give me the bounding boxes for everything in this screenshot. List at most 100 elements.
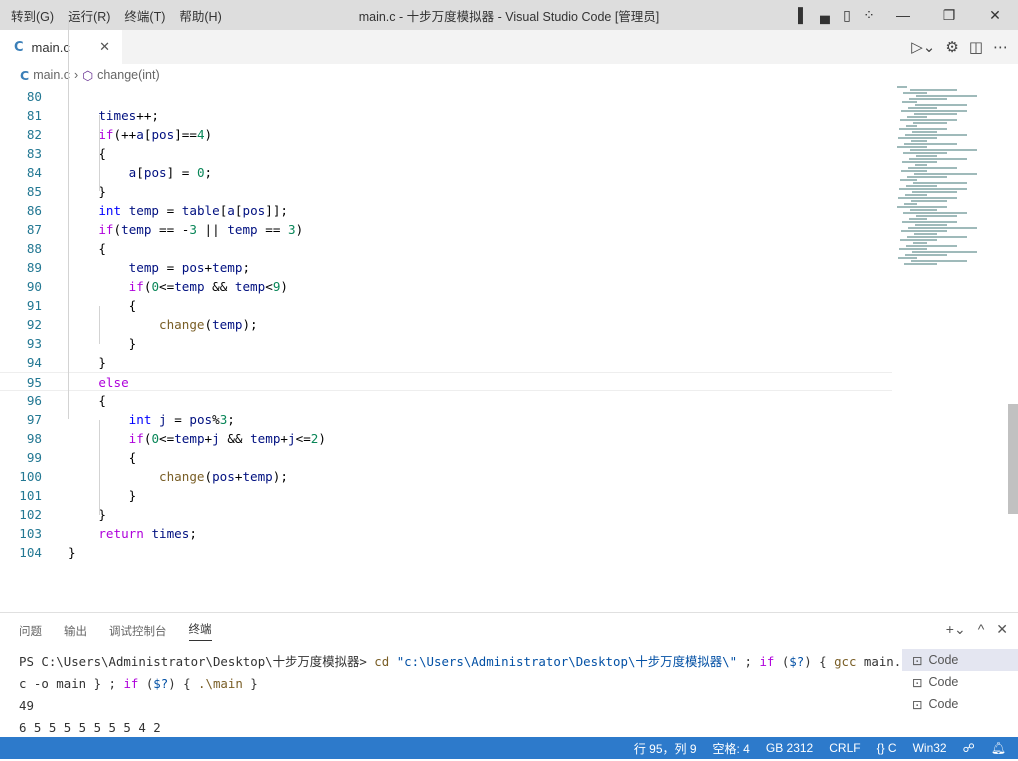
terminal-instance[interactable]: ⊡ Code <box>902 671 1018 693</box>
code-line[interactable]: 99 { <box>0 448 892 467</box>
code-line[interactable]: 92 change(temp); <box>0 315 892 334</box>
code-token: + <box>204 260 213 275</box>
terminal-token: gcc <box>834 654 857 669</box>
code-line[interactable]: 97 int j = pos%3; <box>0 410 892 429</box>
code-line[interactable]: 82 if(++a[pos]==4) <box>0 125 892 144</box>
code-token: } <box>68 488 137 503</box>
line-number: 94 <box>26 355 42 370</box>
code-line[interactable]: 98 if(0<=temp+j && temp+j<=2) <box>0 429 892 448</box>
close-panel-icon[interactable]: ✕ <box>996 621 1008 638</box>
terminal-token: ( <box>138 676 154 691</box>
minimize-button[interactable]: — <box>880 7 926 23</box>
new-terminal-icon[interactable]: +⌄ <box>946 621 966 638</box>
menu-terminal[interactable]: 终端(T) <box>124 6 165 25</box>
minimap[interactable] <box>897 86 1009 296</box>
terminal-icon: ⊡ <box>912 675 923 690</box>
panel-tab[interactable]: 输出 <box>64 623 87 639</box>
feedback-icon[interactable]: ☍ <box>963 741 975 755</box>
end-of-line[interactable]: CRLF <box>829 741 860 755</box>
code-token: % <box>212 412 220 427</box>
code-token: temp <box>174 431 205 446</box>
close-window-button[interactable]: ✕ <box>972 7 1018 24</box>
indentation[interactable]: 空格: 4 <box>713 740 750 757</box>
line-number: 102 <box>19 507 42 522</box>
menu-goto[interactable]: 转到(G) <box>11 6 54 25</box>
panel-tab[interactable]: 调试控制台 <box>109 623 167 639</box>
menu-help[interactable]: 帮助(H) <box>179 6 221 25</box>
toggle-sidebar-icon[interactable]: ▌ <box>792 7 814 23</box>
minimap-line <box>915 164 927 166</box>
line-code: } <box>68 353 106 372</box>
code-line[interactable]: 94 } <box>0 353 892 372</box>
toggle-panel-icon[interactable]: ▄ <box>814 7 836 23</box>
code-line[interactable]: 93 } <box>0 334 892 353</box>
restore-button[interactable]: ❐ <box>926 7 972 24</box>
code-token: times <box>151 526 190 541</box>
code-token: temp <box>212 260 243 275</box>
code-line[interactable]: 88 { <box>0 239 892 258</box>
gear-icon[interactable]: ⚙ <box>945 38 958 56</box>
menu-run[interactable]: 运行(R) <box>68 6 110 25</box>
code-token: if <box>98 127 114 142</box>
minimap-line <box>915 224 947 226</box>
code-token: } <box>68 184 106 199</box>
code-token: pos <box>242 203 266 218</box>
toggle-secondary-sidebar-icon[interactable]: ▯ <box>836 7 858 24</box>
code-token: ( <box>204 317 213 332</box>
terminal-instance[interactable]: ⊡ Code <box>902 649 1018 671</box>
editor-tabs: C main.c ✕ ▷⌄ ⚙ ◫ ⋯ <box>0 30 1018 64</box>
terminal-instance-label: Code <box>928 675 959 689</box>
code-line[interactable]: 96 { <box>0 391 892 410</box>
breadcrumb-symbol[interactable]: change(int) <box>97 68 160 82</box>
encoding[interactable]: GB 2312 <box>766 741 813 755</box>
cursor-position[interactable]: 行 95，列 9 <box>634 740 697 757</box>
panel-tab[interactable]: 终端 <box>188 621 212 641</box>
code-editor[interactable]: 80 81 times++; 82 if(++a[pos]==4) 83 {84 a[… <box>0 20 1018 612</box>
code-line[interactable]: 104} <box>0 543 892 562</box>
code-line[interactable]: 100 change(pos+temp); <box>0 467 892 486</box>
minimap-line <box>897 146 927 148</box>
code-line[interactable]: 90 if(0<=temp && temp<9) <box>0 277 892 296</box>
terminal-icon: ⊡ <box>912 653 923 668</box>
code-token: == - <box>151 222 190 237</box>
platform[interactable]: Win32 <box>913 741 947 755</box>
panel-tab[interactable]: 问题 <box>19 623 42 639</box>
code-token: ) <box>295 222 304 237</box>
code-line[interactable]: 81 times++; <box>0 106 892 125</box>
editor-scrollbar[interactable] <box>1008 404 1018 514</box>
code-line[interactable]: 102 } <box>0 505 892 524</box>
code-line[interactable]: 101 } <box>0 486 892 505</box>
code-token: ]]; <box>265 203 288 218</box>
split-editor-icon[interactable]: ◫ <box>969 38 983 56</box>
notifications-bell-icon[interactable]: 🔔︎ <box>991 741 1006 755</box>
more-actions-icon[interactable]: ⋯ <box>993 38 1008 56</box>
breadcrumb-file[interactable]: main.c <box>33 68 70 82</box>
code-token: 0 <box>151 279 160 294</box>
code-line[interactable]: 103 return times; <box>0 524 892 543</box>
minimap-line <box>913 122 947 124</box>
maximize-panel-icon[interactable]: ^ <box>978 621 985 638</box>
code-line[interactable]: 91 { <box>0 296 892 315</box>
code-line[interactable]: 86 int temp = table[a[pos]]; <box>0 201 892 220</box>
code-line[interactable]: 85 } <box>0 182 892 201</box>
code-line[interactable]: 95 else <box>0 372 892 391</box>
tab-main-c[interactable]: C main.c ✕ <box>0 30 122 64</box>
code-line[interactable]: 83 { <box>0 144 892 163</box>
terminal-instance[interactable]: ⊡ Code <box>902 693 1018 715</box>
code-token: table <box>181 203 220 218</box>
close-tab-icon[interactable]: ✕ <box>99 39 110 55</box>
minimap-line <box>900 239 937 241</box>
customize-layout-icon[interactable]: ⁘ <box>858 7 880 24</box>
code-line[interactable]: 80 <box>0 87 892 106</box>
line-number: 101 <box>19 488 42 503</box>
minimap-line <box>907 116 927 118</box>
code-line[interactable]: 89 temp = pos+temp; <box>0 258 892 277</box>
code-line[interactable]: 84 a[pos] = 0; <box>0 163 892 182</box>
code-line[interactable]: 87 if(temp == -3 || temp == 3) <box>0 220 892 239</box>
code-token: { <box>68 146 106 161</box>
language-mode[interactable]: {} C <box>877 741 897 755</box>
run-debug-icon[interactable]: ▷⌄ <box>911 38 935 56</box>
